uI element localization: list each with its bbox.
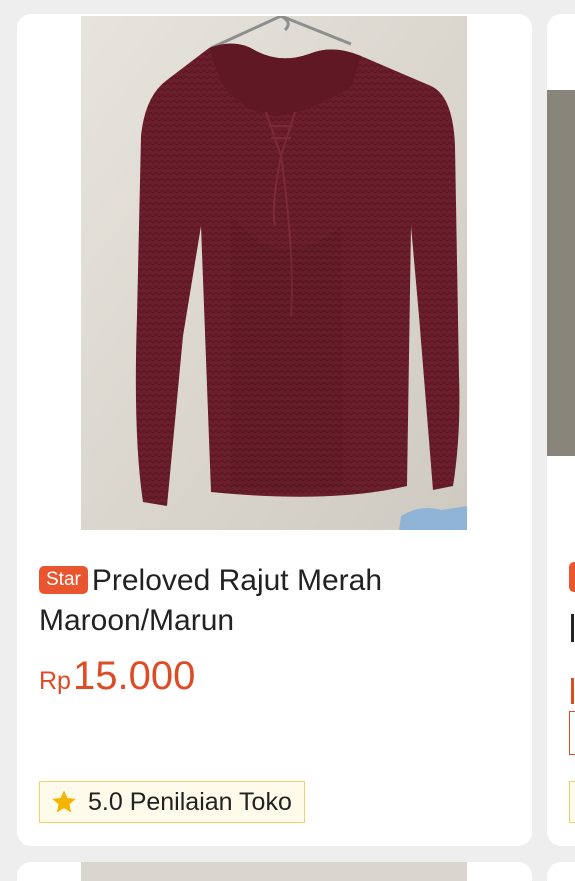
product-image[interactable] [81, 16, 467, 530]
shop-rating-badge: 5.0 Penilaian Toko [39, 781, 305, 823]
product-card-next[interactable] [547, 14, 575, 846]
price-amount: 15.000 [72, 654, 196, 698]
price-currency: Rp [39, 667, 71, 695]
product-title[interactable]: Star Preloved Rajut Merah Maroon/Marun [39, 561, 519, 641]
next-price-fragment [571, 678, 574, 704]
next-title-fragment [571, 614, 574, 642]
product-card[interactable]: Star Preloved Rajut Merah Maroon/Marun Rp… [17, 14, 532, 846]
product-card-below-next[interactable] [547, 862, 575, 881]
next-tag-box [569, 711, 575, 755]
star-icon [52, 790, 76, 813]
maroon-knit-sweater-photo [81, 16, 467, 530]
next-rating-badge [569, 781, 575, 823]
next-star-badge [569, 562, 575, 592]
product-card-below[interactable] [17, 862, 532, 881]
shop-rating-text: 5.0 Penilaian Toko [88, 787, 292, 816]
product-grid: Star Preloved Rajut Merah Maroon/Marun Rp… [0, 0, 575, 881]
product-title-text: Preloved Rajut Merah Maroon/Marun [39, 564, 383, 637]
star-seller-badge: Star [39, 566, 88, 594]
next-product-image [547, 90, 575, 456]
product-price: Rp15.000 [39, 654, 195, 699]
below-product-image [81, 862, 467, 881]
